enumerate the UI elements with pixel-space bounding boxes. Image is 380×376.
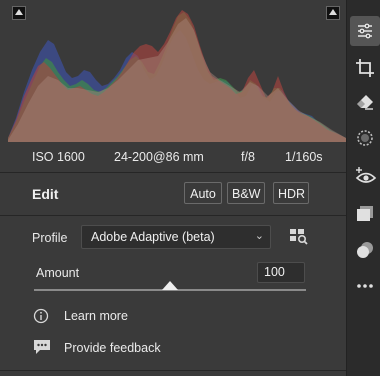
aperture-value: f/8 — [241, 150, 255, 164]
learn-more-link[interactable]: Learn more — [64, 309, 128, 323]
bw-button[interactable]: B&W — [227, 182, 265, 204]
masking-icon[interactable] — [355, 128, 375, 148]
profile-section: Profile Adobe Adaptive (beta) ⌄ Amount 1… — [0, 216, 346, 376]
edit-title: Edit — [32, 186, 59, 202]
camera-info-bar: ISO 1600 24-200@86 mm f/8 1/160s — [0, 142, 346, 173]
snapshots-icon[interactable] — [355, 240, 375, 260]
profile-browser-icon[interactable] — [289, 228, 309, 251]
shadow-clipping-toggle[interactable] — [12, 6, 26, 20]
histogram — [8, 0, 346, 142]
iso-value: ISO 1600 — [32, 150, 85, 164]
divider — [0, 370, 346, 371]
provide-feedback-link[interactable]: Provide feedback — [64, 341, 161, 355]
amount-input[interactable]: 100 — [257, 262, 305, 283]
shutter-value: 1/160s — [285, 150, 323, 164]
edit-header: Edit Auto B&W HDR — [0, 173, 346, 216]
lens-value: 24-200@86 mm — [114, 150, 204, 164]
presets-icon[interactable] — [355, 204, 375, 224]
profile-label: Profile — [32, 231, 68, 245]
chevron-down-icon: ⌄ — [254, 230, 264, 242]
amount-label: Amount — [36, 266, 80, 280]
histogram-graph — [8, 10, 346, 142]
eraser-icon[interactable] — [355, 92, 375, 112]
red-eye-icon[interactable] — [355, 166, 377, 186]
info-icon — [33, 308, 49, 329]
auto-button[interactable]: Auto — [184, 182, 222, 204]
hdr-button[interactable]: HDR — [273, 182, 309, 204]
crop-icon[interactable] — [355, 58, 375, 78]
amount-slider-thumb[interactable] — [162, 281, 178, 290]
edit-panel: ISO 1600 24-200@86 mm f/8 1/160s Edit Au… — [0, 0, 346, 376]
right-toolbar — [346, 0, 380, 376]
more-icon[interactable] — [355, 276, 375, 296]
feedback-icon — [33, 339, 51, 361]
profile-dropdown[interactable]: Adobe Adaptive (beta) ⌄ — [81, 225, 271, 249]
highlight-clipping-toggle[interactable] — [326, 6, 340, 20]
profile-selected-value: Adobe Adaptive (beta) — [91, 230, 215, 244]
sliders-icon[interactable] — [350, 16, 380, 46]
